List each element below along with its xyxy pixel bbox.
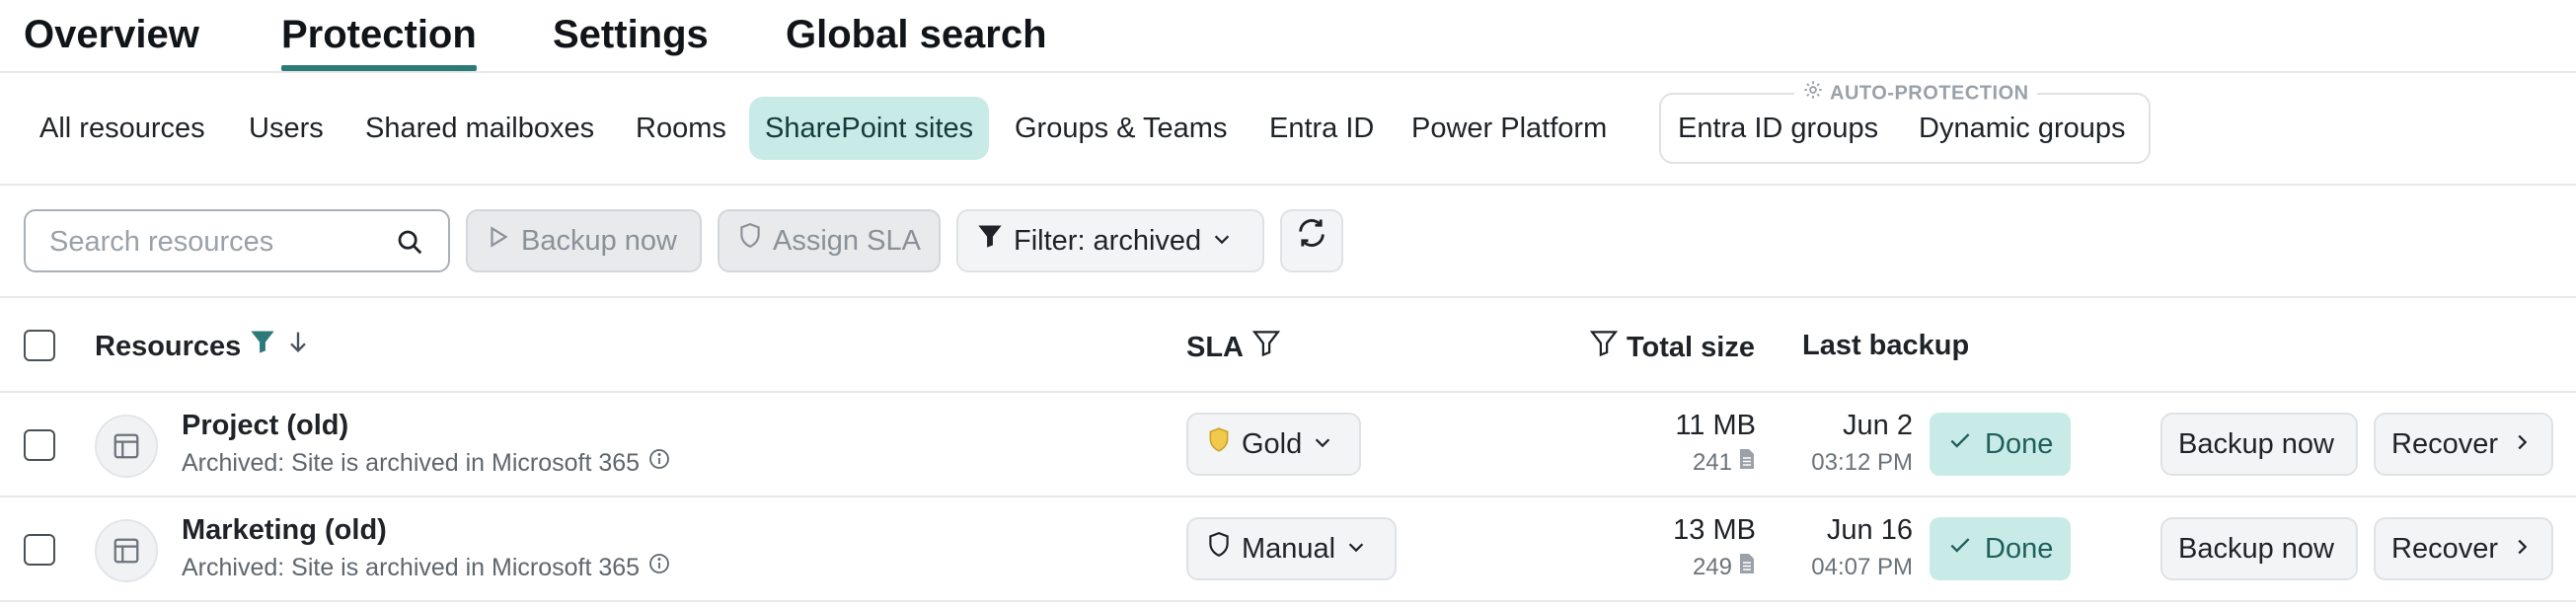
filter-active-icon[interactable] xyxy=(249,328,276,364)
search-input[interactable] xyxy=(49,223,385,261)
tab-settings[interactable]: Settings xyxy=(553,8,709,61)
subnav-shared-mailboxes[interactable]: Shared mailboxes xyxy=(349,97,610,160)
info-icon[interactable] xyxy=(647,551,671,584)
filter-icon[interactable] xyxy=(1251,328,1281,366)
row-recover-button[interactable]: Recover xyxy=(2374,517,2553,580)
resource-name[interactable]: Project (old) xyxy=(182,407,348,444)
info-icon[interactable] xyxy=(647,446,671,480)
status-badge: Done xyxy=(1930,517,2072,580)
refresh-button[interactable] xyxy=(1280,209,1343,272)
last-backup-time: 04:07 PM xyxy=(1811,554,1913,580)
shield-outline-icon xyxy=(1206,531,1232,567)
check-icon xyxy=(1947,532,1973,566)
filter-icon[interactable] xyxy=(1589,328,1619,366)
resource-status-note: Archived: Site is archived in Microsoft … xyxy=(182,446,671,480)
chevron-down-icon xyxy=(1211,211,1233,270)
total-size: 11 MB xyxy=(1675,410,1756,441)
subnav-entra-id-groups[interactable]: Entra ID groups xyxy=(1662,97,1894,160)
row-checkbox[interactable] xyxy=(24,429,55,461)
top-tab-bar: Overview Protection Settings Global sear… xyxy=(0,0,2576,73)
column-header-resources[interactable]: Resources xyxy=(95,328,312,364)
subnav-sharepoint-sites[interactable]: SharePoint sites xyxy=(749,97,990,160)
subnav-power-platform[interactable]: Power Platform xyxy=(1396,97,1623,160)
sla-dropdown[interactable]: Gold xyxy=(1186,413,1361,476)
refresh-icon xyxy=(1295,211,1328,270)
tab-global-search[interactable]: Global search xyxy=(786,8,1047,61)
subnav-all-resources[interactable]: All resources xyxy=(24,97,221,160)
row-backup-now-button[interactable]: Backup now xyxy=(2160,413,2358,476)
file-icon xyxy=(1738,446,1756,480)
row-checkbox[interactable] xyxy=(24,534,55,566)
search-icon[interactable] xyxy=(395,227,424,262)
shield-icon xyxy=(737,211,763,270)
column-header-last-backup[interactable]: Last backup xyxy=(1802,328,1969,363)
assign-sla-button[interactable]: Assign SLA xyxy=(718,209,941,272)
tab-protection[interactable]: Protection xyxy=(281,8,477,71)
subnav-groups-teams[interactable]: Groups & Teams xyxy=(999,97,1243,160)
chevron-down-icon xyxy=(1312,428,1333,461)
select-all-checkbox[interactable] xyxy=(24,330,55,361)
play-icon xyxy=(486,211,511,270)
last-backup-date: Jun 2 xyxy=(1843,410,1913,441)
sharepoint-site-icon xyxy=(95,415,158,478)
backup-now-button[interactable]: Backup now xyxy=(466,209,702,272)
sort-down-icon[interactable] xyxy=(284,328,312,364)
row-backup-now-button[interactable]: Backup now xyxy=(2160,517,2358,580)
table-row[interactable]: Project (old) Archived: Site is archived… xyxy=(0,393,2576,497)
subnav-dynamic-groups[interactable]: Dynamic groups xyxy=(1903,97,2142,160)
sla-dropdown[interactable]: Manual xyxy=(1186,517,1397,580)
tab-overview[interactable]: Overview xyxy=(24,8,199,61)
last-backup-time: 03:12 PM xyxy=(1811,449,1913,476)
status-badge: Done xyxy=(1930,413,2072,476)
column-header-total-size[interactable]: Total size xyxy=(1589,328,1755,366)
resource-name[interactable]: Marketing (old) xyxy=(182,511,387,549)
last-backup-date: Jun 16 xyxy=(1826,514,1913,546)
file-count: 249 xyxy=(1693,551,1756,584)
gold-shield-icon xyxy=(1206,426,1232,462)
subnav-users[interactable]: Users xyxy=(233,97,340,160)
sharepoint-site-icon xyxy=(95,519,158,582)
filter-icon xyxy=(976,211,1004,270)
resource-type-nav: All resources Users Shared mailboxes Roo… xyxy=(0,73,2576,186)
chevron-down-icon xyxy=(1345,533,1367,566)
subnav-rooms[interactable]: Rooms xyxy=(620,97,742,160)
total-size: 13 MB xyxy=(1673,514,1756,546)
table-row[interactable]: Marketing (old) Archived: Site is archiv… xyxy=(0,497,2576,602)
table-header: Resources SLA Total size Last backup xyxy=(0,298,2576,393)
check-icon xyxy=(1947,427,1973,461)
file-icon xyxy=(1738,551,1756,584)
column-header-sla[interactable]: SLA xyxy=(1186,328,1281,366)
file-count: 241 xyxy=(1693,446,1756,480)
chevron-right-icon xyxy=(2512,533,2532,566)
chevron-right-icon xyxy=(2512,428,2532,461)
filter-dropdown[interactable]: Filter: archived xyxy=(956,209,1264,272)
subnav-entra-id[interactable]: Entra ID xyxy=(1253,97,1390,160)
toolbar: Backup now Assign SLA Filter: archived xyxy=(0,186,2576,298)
search-box[interactable] xyxy=(24,209,450,272)
resource-status-note: Archived: Site is archived in Microsoft … xyxy=(182,551,671,584)
row-recover-button[interactable]: Recover xyxy=(2374,413,2553,476)
